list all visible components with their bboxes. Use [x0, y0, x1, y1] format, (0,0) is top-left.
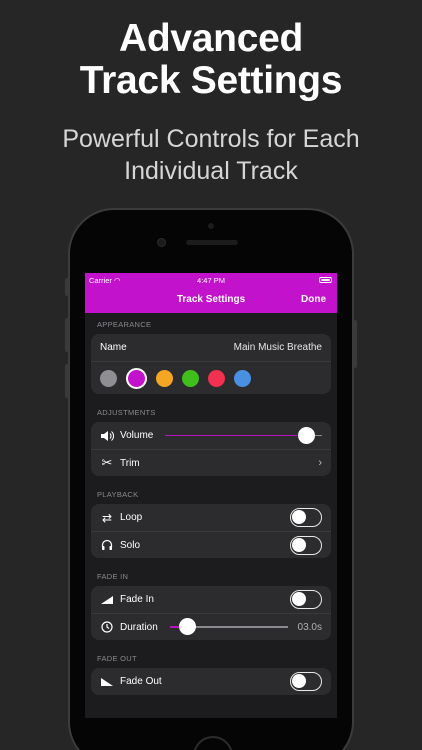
color-swatch-red[interactable] [208, 369, 225, 387]
phone-volume-up-button [65, 318, 69, 352]
loop-row: ⇄ Loop [91, 504, 331, 531]
duration-value: 03.0s [297, 621, 322, 633]
headline: Advanced Track Settings [0, 18, 422, 102]
fade-in-toggle[interactable] [290, 590, 322, 609]
fade-out-label: Fade Out [120, 676, 162, 687]
subheadline-line-1: Powerful Controls for Each [62, 125, 360, 153]
volume-slider-knob[interactable] [298, 426, 316, 444]
timer-icon [100, 620, 114, 634]
color-swatch-green[interactable] [182, 369, 199, 387]
nav-title: Track Settings [176, 294, 246, 305]
fade-in-header: FADE IN [97, 572, 129, 581]
status-time: 4:47 PM [197, 276, 225, 285]
appearance-group: Name Main Music Breathe [91, 334, 331, 394]
appearance-header: APPEARANCE [97, 320, 152, 329]
color-swatch-orange[interactable] [156, 369, 173, 387]
chevron-right-icon: › [318, 457, 322, 469]
fade-out-header: FADE OUT [97, 654, 137, 663]
phone-side-button [65, 278, 69, 296]
duration-slider[interactable] [169, 618, 288, 636]
headphones-icon [100, 538, 114, 552]
solo-row: Solo [91, 531, 331, 558]
color-swatch-purple-selected[interactable] [126, 367, 147, 389]
headline-line-1: Advanced [119, 17, 303, 60]
phone-power-button [353, 320, 357, 368]
proximity-sensor [208, 223, 214, 229]
adjustments-group: Volume ✂ Trim › [91, 422, 331, 476]
trim-row[interactable]: ✂ Trim › [91, 449, 331, 476]
done-button[interactable]: Done [301, 294, 326, 305]
loop-toggle[interactable] [290, 508, 322, 527]
subheadline: Powerful Controls for Each Individual Tr… [0, 123, 422, 187]
fade-in-label: Fade In [120, 594, 154, 605]
headline-line-2: Track Settings [79, 59, 343, 102]
subheadline-line-2: Individual Track [124, 157, 298, 185]
duration-label: Duration [120, 621, 158, 633]
volume-slider-fill [165, 434, 307, 436]
fade-out-row: Fade Out [91, 668, 331, 695]
name-label: Name [100, 342, 127, 353]
trim-label: Trim [120, 457, 140, 469]
fade-in-row: Fade In [91, 586, 331, 613]
loop-icon: ⇄ [101, 510, 113, 525]
fade-out-group: Fade Out [91, 668, 331, 695]
earpiece-speaker [186, 240, 238, 245]
name-value[interactable]: Main Music Breathe [234, 342, 322, 353]
volume-label: Volume [120, 430, 154, 441]
phone-volume-down-button [65, 364, 69, 398]
solo-toggle[interactable] [290, 535, 322, 555]
speaker-icon [100, 429, 114, 443]
loop-label: Loop [120, 512, 143, 523]
volume-row: Volume [91, 422, 331, 449]
scissors-icon: ✂ [101, 455, 113, 470]
fade-out-icon [100, 675, 114, 689]
app-screen: Carrier ◠ 4:47 PM Track Settings Done AP… [85, 273, 337, 718]
color-swatch-gray[interactable] [100, 369, 117, 387]
adjustments-header: ADJUSTMENTS [97, 408, 156, 417]
fade-in-icon [100, 593, 114, 607]
duration-slider-knob[interactable] [179, 618, 197, 635]
duration-row: Duration 03.0s [91, 613, 331, 640]
fade-in-group: Fade In Duration 03.0s [91, 586, 331, 640]
color-swatch-blue[interactable] [234, 369, 251, 387]
name-row[interactable]: Name Main Music Breathe [91, 334, 331, 361]
battery-icon [319, 277, 332, 283]
fade-out-toggle[interactable] [290, 672, 322, 691]
front-camera [157, 238, 166, 247]
navigation-bar: Carrier ◠ 4:47 PM Track Settings Done [85, 273, 337, 313]
volume-slider[interactable] [165, 426, 322, 445]
solo-label: Solo [120, 539, 141, 551]
color-picker [91, 361, 331, 394]
playback-group: ⇄ Loop Solo [91, 504, 331, 558]
status-bar: Carrier ◠ 4:47 PM [85, 276, 337, 288]
playback-header: PLAYBACK [97, 490, 139, 499]
